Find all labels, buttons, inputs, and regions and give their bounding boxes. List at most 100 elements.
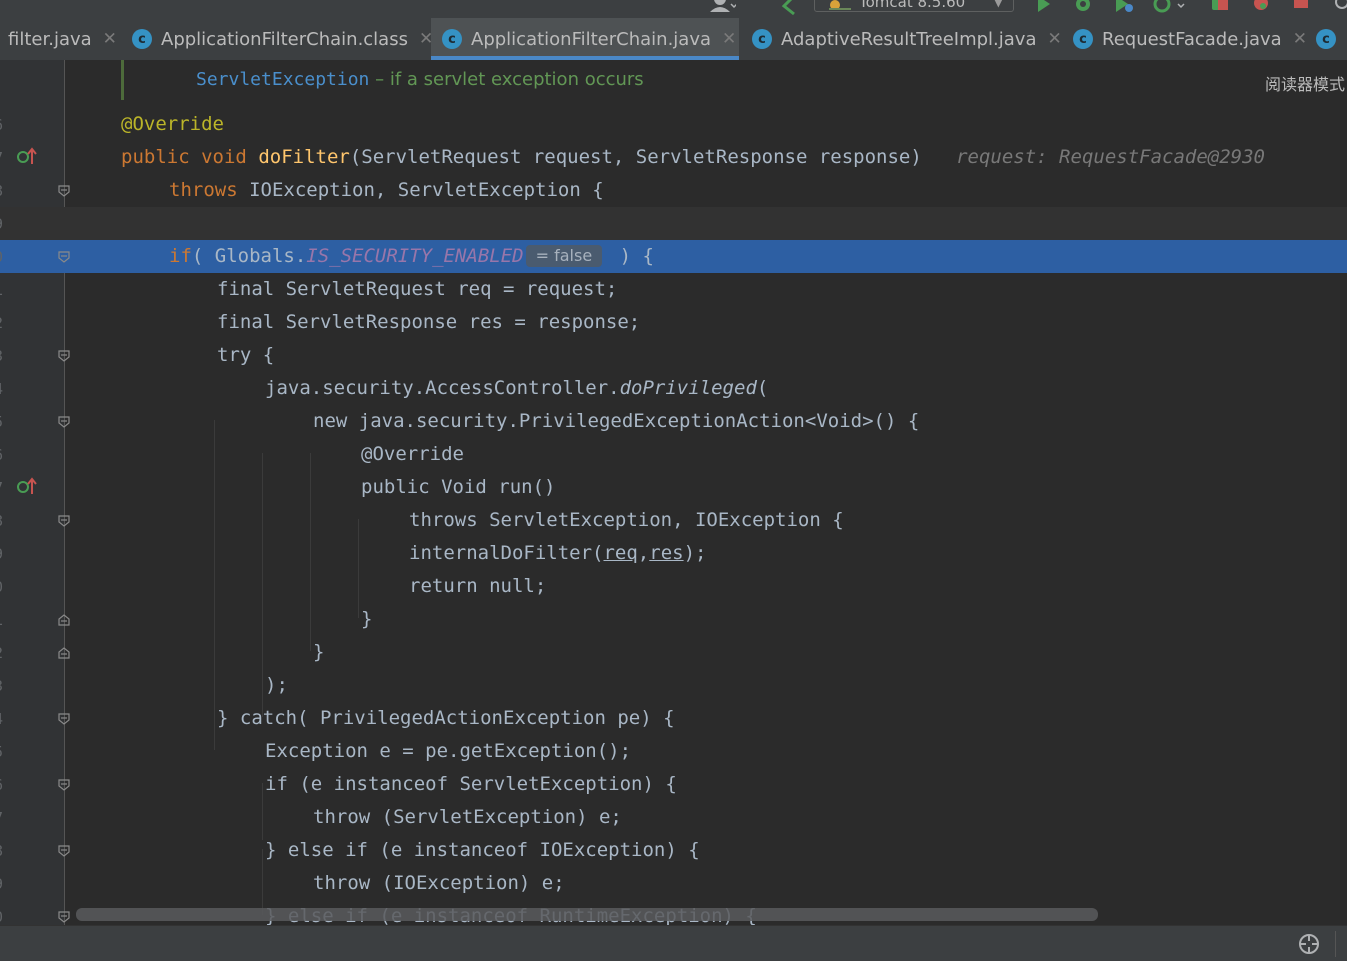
line-number: 5	[0, 413, 8, 431]
search-icon[interactable]	[1330, 0, 1347, 18]
code-line[interactable]: Exception e = pe.getException();	[265, 735, 631, 768]
line-number: 5	[0, 743, 8, 761]
tab-adaptiveresulttreeimpl-java[interactable]: c AdaptiveResultTreeImpl.java ✕	[741, 18, 1070, 60]
code-text: ) {	[608, 245, 654, 267]
code-text: internalDoFilter(	[409, 542, 604, 564]
line-number: 3	[0, 677, 8, 695]
code-editor[interactable]: ServletException – if a servlet exceptio…	[0, 60, 1347, 925]
line-number: 3	[0, 347, 8, 365]
line-number: 9	[0, 215, 8, 233]
tab-requestfacade-java[interactable]: c RequestFacade.java ✕	[1062, 18, 1323, 60]
back-arrow-icon[interactable]	[778, 0, 800, 18]
debug-icon[interactable]	[1070, 0, 1096, 18]
horizontal-scrollbar[interactable]	[76, 908, 1098, 921]
line-number: 8	[0, 842, 8, 860]
crosshair-icon[interactable]	[1298, 933, 1320, 955]
fold-collapse-icon[interactable]	[58, 779, 70, 791]
line-number: 0	[0, 908, 8, 925]
profile-icon[interactable]	[1148, 0, 1188, 18]
close-icon[interactable]: ✕	[722, 29, 736, 49]
code-line[interactable]: );	[265, 669, 288, 702]
rerun-icon[interactable]	[1248, 0, 1276, 18]
line-number: 7	[0, 809, 8, 827]
chevron-down-icon: ▼	[993, 0, 1003, 9]
code-line[interactable]: return null;	[409, 570, 546, 603]
code-line[interactable]: }	[313, 636, 324, 669]
class-icon: c	[442, 29, 462, 49]
run-configuration-label: Tomcat 8.5.60	[859, 0, 966, 11]
run-configuration-selector[interactable]: Tomcat 8.5.60 ▼	[814, 0, 1014, 12]
code-line[interactable]: public Void run()	[361, 471, 555, 504]
override-method-icon[interactable]	[16, 476, 38, 496]
code-line[interactable]: new java.security.PrivilegedExceptionAct…	[313, 405, 919, 438]
code-line[interactable]: java.security.AccessController.doPrivile…	[0, 372, 1347, 405]
reader-mode-label[interactable]: 阅读器模式	[1265, 71, 1345, 95]
code-line[interactable]: throw (IOException) e;	[313, 867, 565, 900]
code-line[interactable]: final ServletResponse res = response;	[217, 306, 640, 339]
code-line[interactable]: internalDoFilter(req,res);	[0, 537, 1347, 570]
override-method-icon[interactable]	[16, 146, 38, 166]
fold-end-icon[interactable]	[58, 614, 70, 626]
status-bar	[0, 925, 1347, 961]
static-field: IS_SECURITY_ENABLED	[306, 245, 524, 267]
tab-filter-java[interactable]: filter.java ✕	[0, 18, 128, 60]
code-line[interactable]: throws IOException, ServletException {	[0, 174, 1347, 207]
code-line[interactable]: @Override	[361, 438, 464, 471]
code-line[interactable]: @Override	[0, 108, 1347, 141]
code-line[interactable]: if (e instanceof ServletException) {	[265, 768, 677, 801]
fold-collapse-icon[interactable]	[58, 713, 70, 725]
close-icon[interactable]: ✕	[1048, 29, 1062, 49]
code-line[interactable]: } catch( PrivilegedActionException pe) {	[217, 702, 675, 735]
fold-collapse-icon[interactable]	[58, 251, 70, 263]
coverage-icon[interactable]	[1110, 0, 1136, 18]
tab-applicationfilterchain-java[interactable]: c ApplicationFilterChain.java ✕	[431, 18, 739, 60]
line-number: 9	[0, 875, 8, 893]
tab-applicationfilterchain-class[interactable]: c ApplicationFilterChain.class ✕	[121, 18, 440, 60]
doc-text: – if a servlet exception occurs	[369, 69, 644, 90]
fold-end-icon[interactable]	[58, 647, 70, 659]
fold-collapse-icon[interactable]	[58, 515, 70, 527]
line-number: 4	[0, 380, 8, 398]
fold-collapse-icon[interactable]	[58, 845, 70, 857]
keyword: throws	[169, 179, 238, 201]
variable-ref: req	[603, 542, 638, 564]
execution-point-line[interactable]: if( Globals.IS_SECURITY_ENABLED = false )…	[0, 240, 1347, 273]
code-line[interactable]: throw (ServletException) e;	[313, 801, 622, 834]
code-text: ( Globals.	[191, 245, 307, 267]
build-icon[interactable]	[1206, 0, 1234, 18]
run-icon[interactable]	[1034, 0, 1054, 18]
editor-tab-bar: filter.java ✕ c ApplicationFilterChain.c…	[0, 18, 1347, 61]
close-icon[interactable]: ✕	[103, 29, 117, 49]
tomcat-icon	[829, 0, 851, 10]
code-line[interactable]: throws ServletException, IOException {	[409, 504, 844, 537]
method-params: (ServletRequest request, ServletResponse…	[349, 146, 922, 168]
line-number: 2	[0, 644, 8, 662]
inline-debug-value[interactable]: = false	[525, 245, 603, 267]
fold-collapse-icon[interactable]	[58, 350, 70, 362]
code-text: IOException, ServletException {	[237, 179, 604, 201]
stop-icon[interactable]	[1290, 0, 1312, 18]
user-icon[interactable]	[706, 0, 736, 18]
line-number: 6	[0, 776, 8, 794]
line-number: 0	[0, 578, 8, 596]
class-icon: c	[1316, 29, 1336, 49]
line-number: 7	[0, 479, 8, 497]
code-line[interactable]: public void doFilter(ServletRequest requ…	[0, 141, 1347, 174]
code-line[interactable]: }	[361, 603, 372, 636]
line-number: 1	[0, 611, 8, 629]
doc-comment-bar	[121, 60, 124, 100]
tab-overflow[interactable]: c	[1316, 18, 1347, 60]
code-line[interactable]: } else if (e instanceof IOException) {	[265, 834, 700, 867]
line-number: 4	[0, 710, 8, 728]
close-icon[interactable]: ✕	[1293, 29, 1307, 49]
fold-collapse-icon[interactable]	[58, 185, 70, 197]
fold-collapse-icon[interactable]	[58, 911, 70, 923]
line-number: 8	[0, 182, 8, 200]
code-line[interactable]: final ServletRequest req = request;	[217, 273, 617, 306]
caret-line[interactable]	[0, 207, 1347, 240]
code-line[interactable]: try {	[217, 339, 274, 372]
line-number: 0	[0, 248, 8, 266]
fold-collapse-icon[interactable]	[58, 416, 70, 428]
tab-label: filter.java	[8, 28, 92, 50]
variable-ref: res	[649, 542, 684, 564]
